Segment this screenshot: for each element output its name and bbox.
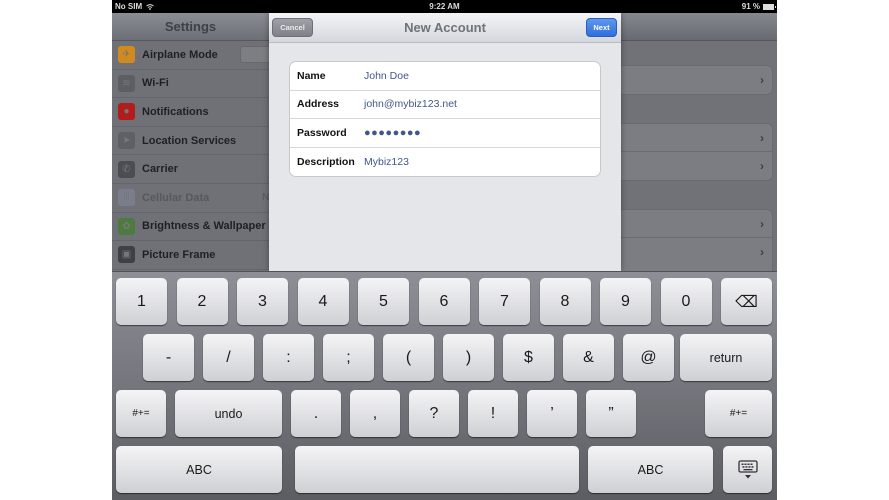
name-input[interactable]: John Doe: [364, 70, 409, 82]
description-input[interactable]: Mybiz123: [364, 156, 409, 168]
abc-key-left[interactable]: ABC: [116, 446, 282, 493]
on-screen-keyboard: 1 2 3 4 5 6 7 8 9 0 ⌫ - /:;() $ & @ return #+= undo.,?!’” #…: [112, 271, 777, 500]
settings-item-label: Cellular Data: [142, 191, 210, 204]
location-icon: ➤: [118, 132, 135, 150]
key-ampersand[interactable]: &: [563, 334, 614, 381]
address-field[interactable]: Address john@mybiz123.net: [290, 91, 600, 119]
settings-sidebar: Settings ✈ Airplane Mode ≋ Wi-Fi ● Notificati…: [112, 13, 280, 271]
description-field[interactable]: Description Mybiz123: [290, 148, 600, 177]
abc-key-right[interactable]: ABC: [588, 446, 713, 493]
more-symbols-key-right[interactable]: #+=: [705, 390, 772, 437]
wifi-icon: ≋: [118, 74, 135, 92]
key-comma[interactable]: ,: [350, 390, 400, 437]
wallpaper-icon: ✿: [118, 217, 135, 235]
key-dollar[interactable]: $: [503, 334, 554, 381]
chevron-right-icon: ›: [760, 159, 764, 173]
key-at[interactable]: @: [623, 334, 674, 381]
key-1[interactable]: 1: [116, 278, 167, 325]
key-semicolon[interactable]: ;: [323, 334, 374, 381]
battery-icon: [763, 3, 776, 10]
hide-keyboard-key[interactable]: [723, 446, 772, 493]
key-quote[interactable]: ”: [586, 390, 636, 437]
field-label: Password: [297, 126, 347, 139]
key-4[interactable]: 4: [297, 278, 349, 325]
account-form: Name John Doe Address john@mybiz123.net …: [289, 61, 601, 177]
name-field[interactable]: Name John Doe: [290, 62, 600, 91]
clock: 9:22 AM: [429, 2, 460, 11]
settings-item-location-services[interactable]: ➤ Location Services: [112, 127, 269, 156]
settings-item-label: Wi-Fi: [142, 77, 169, 90]
settings-item-label: Notifications: [142, 105, 209, 118]
keyboard-dismiss-icon: [737, 459, 758, 478]
settings-item-wi-fi[interactable]: ≋ Wi-Fi: [112, 70, 269, 99]
airplane-icon: ✈: [118, 46, 135, 64]
key-5[interactable]: 5: [358, 278, 409, 325]
chevron-right-icon: ›: [760, 217, 764, 231]
settings-item-brightness-wallpaper[interactable]: ✿ Brightness & Wallpaper: [112, 213, 269, 242]
phone-icon: ✆: [118, 160, 135, 178]
status-bar: No SIM 9:22 AM 91 %: [112, 0, 777, 13]
chevron-right-icon: ›: [760, 131, 764, 145]
settings-item-carrier[interactable]: ✆ Carrier: [112, 155, 269, 184]
settings-item-label: Brightness & Wallpaper: [142, 220, 266, 233]
key-8[interactable]: 8: [539, 278, 591, 325]
field-label: Address: [297, 98, 340, 111]
space-key[interactable]: [295, 446, 579, 493]
settings-item-cellular-data[interactable]: Ⅲ Cellular Data N: [112, 184, 269, 213]
settings-item-airplane-mode[interactable]: ✈ Airplane Mode: [112, 41, 280, 70]
key-0[interactable]: 0: [660, 278, 712, 325]
address-input[interactable]: john@mybiz123.net: [364, 98, 457, 110]
return-key[interactable]: return: [680, 334, 772, 381]
settings-item-notifications[interactable]: ● Notifications: [112, 98, 269, 127]
key-2[interactable]: 2: [176, 278, 228, 325]
key-3[interactable]: 3: [237, 278, 288, 325]
password-field[interactable]: Password ●●●●●●●●: [290, 119, 600, 148]
notifications-icon: ●: [118, 103, 135, 121]
password-input[interactable]: ●●●●●●●●: [364, 127, 421, 139]
field-label: Name: [297, 69, 326, 82]
settings-item-label: Carrier: [142, 163, 179, 176]
key-exclamation[interactable]: !: [468, 390, 518, 437]
key-hyphen[interactable]: -: [143, 334, 194, 381]
key-apostrophe[interactable]: ’: [527, 390, 577, 437]
key-slash[interactable]: /: [203, 334, 254, 381]
key-9[interactable]: 9: [600, 278, 651, 325]
field-label: Description: [297, 155, 355, 168]
new-account-dialog: Cancel New Account Next Name John Doe Ad…: [269, 13, 621, 271]
undo-key[interactable]: undo: [175, 390, 282, 437]
settings-item-label: Picture Frame: [142, 248, 216, 261]
key-question[interactable]: ?: [409, 390, 459, 437]
dialog-title: New Account: [404, 20, 486, 35]
settings-title: Settings: [112, 13, 269, 41]
cellular-icon: Ⅲ: [118, 189, 135, 207]
settings-item-label: Airplane Mode: [142, 48, 218, 61]
more-symbols-key-left[interactable]: #+=: [116, 390, 166, 437]
key-close-paren[interactable]: ): [443, 334, 494, 381]
dialog-header: Cancel New Account Next: [269, 13, 621, 43]
picture-frame-icon: ▣: [118, 246, 135, 264]
chevron-right-icon: ›: [760, 245, 764, 259]
backspace-key[interactable]: ⌫: [721, 278, 772, 325]
key-6[interactable]: 6: [418, 278, 470, 325]
chevron-right-icon: ›: [760, 73, 764, 87]
key-7[interactable]: 7: [479, 278, 530, 325]
settings-item-label: Location Services: [142, 134, 237, 147]
key-period[interactable]: .: [291, 390, 341, 437]
settings-item-picture-frame[interactable]: ▣ Picture Frame: [112, 241, 269, 270]
ipad-screen: No SIM 9:22 AM 91 % Settings ✈ Airplane M…: [112, 0, 777, 500]
next-button[interactable]: Next: [586, 18, 617, 37]
battery-status: 91 %: [742, 0, 776, 13]
key-open-paren[interactable]: (: [383, 334, 434, 381]
key-colon[interactable]: :: [263, 334, 314, 381]
